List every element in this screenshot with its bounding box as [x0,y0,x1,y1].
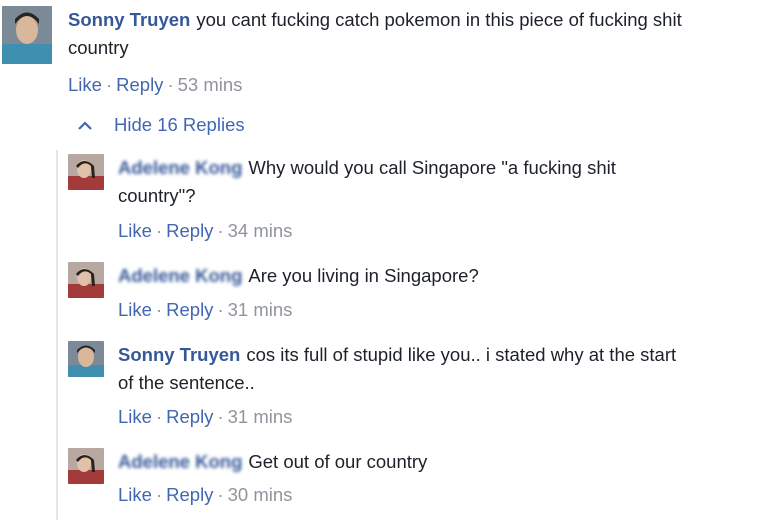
reply-actions: Like · Reply · 34 mins [118,220,292,242]
reply-link[interactable]: Reply [116,74,163,95]
like-link[interactable]: Like [118,406,152,427]
separator-dot: · [217,484,224,505]
reply-author[interactable]: Adelene Kong [118,265,242,286]
avatar[interactable] [68,262,104,298]
hide-replies-label: Hide 16 Replies [114,114,245,135]
reply-timestamp[interactable]: 34 mins [228,220,293,241]
like-link[interactable]: Like [118,484,152,505]
separator-dot: · [155,299,163,320]
comment-body: Sonny Truyen you cant fucking catch pokem… [68,6,778,62]
thread-line [56,150,58,520]
chevron-up-icon [78,118,98,136]
comment-text-line1: you cant fucking catch pokemon in this p… [196,9,682,30]
reply-text: Are you living in Singapore? [248,265,479,286]
reply-timestamp[interactable]: 31 mins [228,406,293,427]
reply-body: Adelene Kong Are you living in Singapore? [118,262,773,290]
avatar[interactable] [68,341,104,377]
reply-text: Get out of our country [248,451,428,472]
separator-dot: · [217,406,224,427]
like-link[interactable]: Like [118,220,152,241]
reply-text-line2: of the sentence.. [118,372,255,393]
reply-body: Adelene Kong Get out of our country [118,448,773,476]
reply-timestamp[interactable]: 31 mins [228,299,293,320]
hide-replies-toggle[interactable]: Hide 16 Replies [78,114,245,136]
comment-text-line2: country [68,37,129,58]
separator-dot: · [217,220,224,241]
reply-text-line1: Why would you call Singapore "a fucking … [248,157,616,178]
reply-link[interactable]: Reply [166,299,213,320]
reply-author[interactable]: Sonny Truyen [118,344,240,365]
reply-text-line2: country"? [118,185,196,206]
comment-author[interactable]: Sonny Truyen [68,9,190,30]
reply-author[interactable]: Adelene Kong [118,157,242,178]
avatar[interactable] [68,154,104,190]
reply-body: Sonny Truyen cos its full of stupid like … [118,341,773,397]
separator-dot: · [167,74,174,95]
comment-actions: Like · Reply · 53 mins [68,74,242,96]
reply-actions: Like · Reply · 31 mins [118,406,292,428]
like-link[interactable]: Like [68,74,102,95]
reply-actions: Like · Reply · 30 mins [118,484,292,506]
reply-link[interactable]: Reply [166,484,213,505]
reply-body: Adelene Kong Why would you call Singapore… [118,154,773,210]
separator-dot: · [105,74,113,95]
separator-dot: · [155,406,163,427]
separator-dot: · [155,220,163,241]
reply-author[interactable]: Adelene Kong [118,451,242,472]
like-link[interactable]: Like [118,299,152,320]
reply-actions: Like · Reply · 31 mins [118,299,292,321]
comment-timestamp[interactable]: 53 mins [178,74,243,95]
reply-text-line1: cos its full of stupid like you.. i stat… [246,344,677,365]
reply-link[interactable]: Reply [166,406,213,427]
separator-dot: · [217,299,224,320]
reply-link[interactable]: Reply [166,220,213,241]
avatar[interactable] [2,6,52,64]
avatar[interactable] [68,448,104,484]
separator-dot: · [155,484,163,505]
reply-timestamp[interactable]: 30 mins [228,484,293,505]
